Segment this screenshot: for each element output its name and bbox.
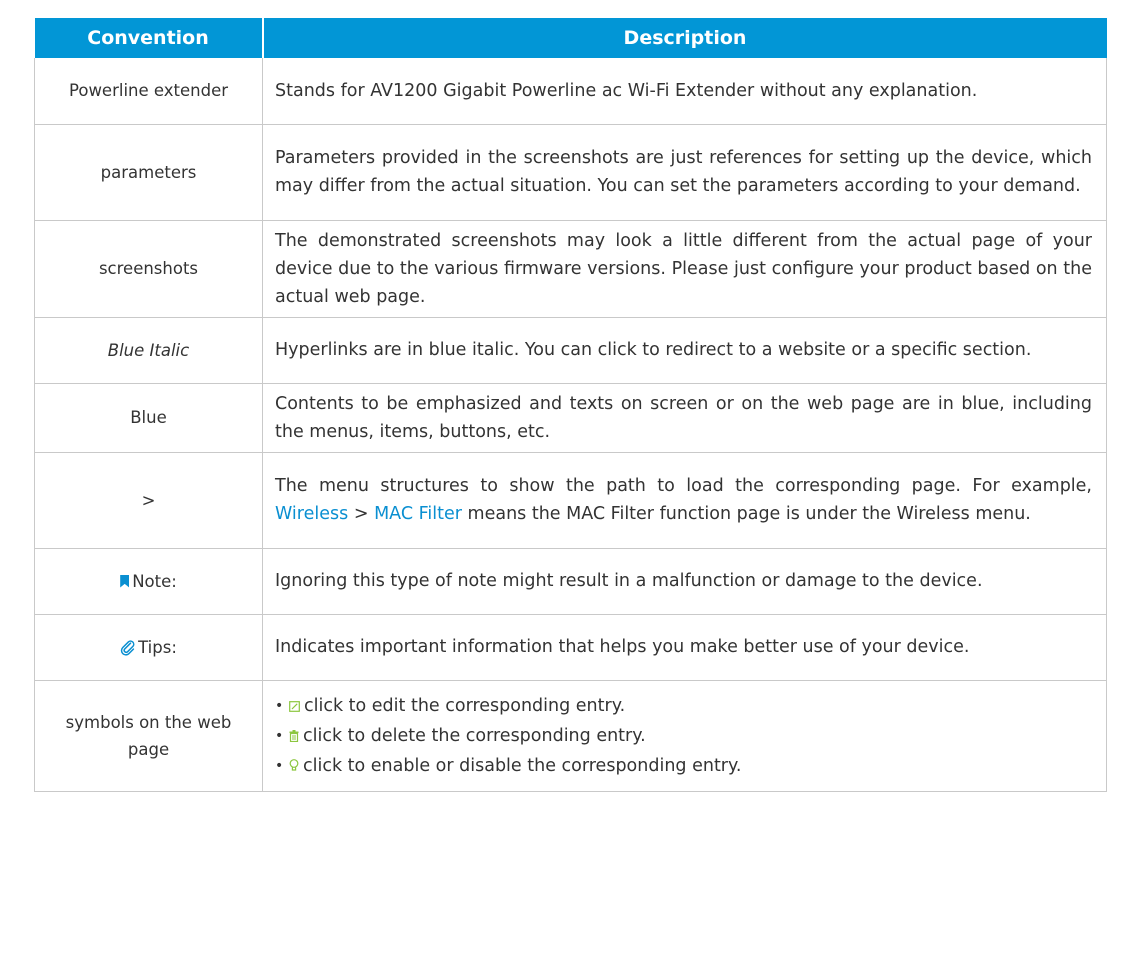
bulb-icon [289,758,299,771]
delete-symbol-text: click to delete the corresponding entry. [303,725,646,746]
bookmark-icon [120,574,130,588]
conventions-table: Convention Description Powerline extende… [34,18,1107,792]
convention-cell: Powerline extender [34,58,263,125]
symbol-list: • click to edit the corresponding entry.… [275,691,1092,781]
convention-cell: Blue Italic [34,316,263,384]
table-row-powerline: Powerline extender Stands for AV1200 Gig… [34,58,1107,125]
list-item: • click to delete the corresponding entr… [275,725,646,746]
table-header-row: Convention Description [34,18,1107,58]
convention-cell: Note: [34,547,263,615]
description-cell: Contents to be emphasized and texts on s… [262,382,1107,453]
table-row-screenshots: screenshots The demonstrated screenshots… [34,219,1107,318]
description-cell: Ignoring this type of note might result … [262,547,1107,615]
convention-cell: parameters [34,123,263,221]
table-row-tips: Tips: Indicates important information th… [34,613,1107,681]
edit-symbol-text: click to edit the corresponding entry. [304,695,626,716]
description-cell: Stands for AV1200 Gigabit Powerline ac W… [262,58,1107,125]
description-cell: • click to edit the corresponding entry.… [262,679,1107,792]
menu-separator: > [353,504,369,524]
convention-cell: screenshots [34,219,263,318]
convention-cell: Blue [34,382,263,453]
table-row-parameters: parameters Parameters provided in the sc… [34,123,1107,221]
edit-icon [289,700,300,712]
note-label: Note: [132,571,177,591]
description-cell: The menu structures to show the path to … [262,451,1107,549]
description-cell: The demonstrated screenshots may look a … [262,219,1107,318]
table-row-menu-path: > The menu structures to show the path t… [34,451,1107,549]
table-row-symbols: symbols on the web page • click to edit … [34,679,1107,792]
paperclip-icon [120,639,135,656]
convention-cell: Tips: [34,613,263,681]
table-row-blue: Blue Contents to be emphasized and texts… [34,382,1107,453]
trash-icon [289,729,299,742]
tips-label: Tips: [138,637,177,657]
enable-symbol-text: click to enable or disable the correspon… [303,755,742,776]
description-cell: Indicates important information that hel… [262,613,1107,681]
mac-filter-menu-label: MAC Filter [374,504,462,524]
description-cell: Parameters provided in the screenshots a… [262,123,1107,221]
list-item: • click to edit the corresponding entry. [275,695,626,716]
table-row-blue-italic: Blue Italic Hyperlinks are in blue itali… [34,316,1107,384]
description-cell: Hyperlinks are in blue italic. You can c… [262,316,1107,384]
list-item: • click to enable or disable the corresp… [275,755,742,776]
convention-cell: > [34,451,263,549]
convention-cell: symbols on the web page [34,679,263,792]
menu-path-outro: means the MAC Filter function page is un… [467,504,1031,524]
menu-path-intro: The menu structures to show the path to … [275,476,1092,496]
description-column-header: Description [262,18,1107,58]
convention-column-header: Convention [34,18,264,58]
wireless-menu-label: Wireless [275,504,349,524]
table-row-note: Note: Ignoring this type of note might r… [34,547,1107,615]
